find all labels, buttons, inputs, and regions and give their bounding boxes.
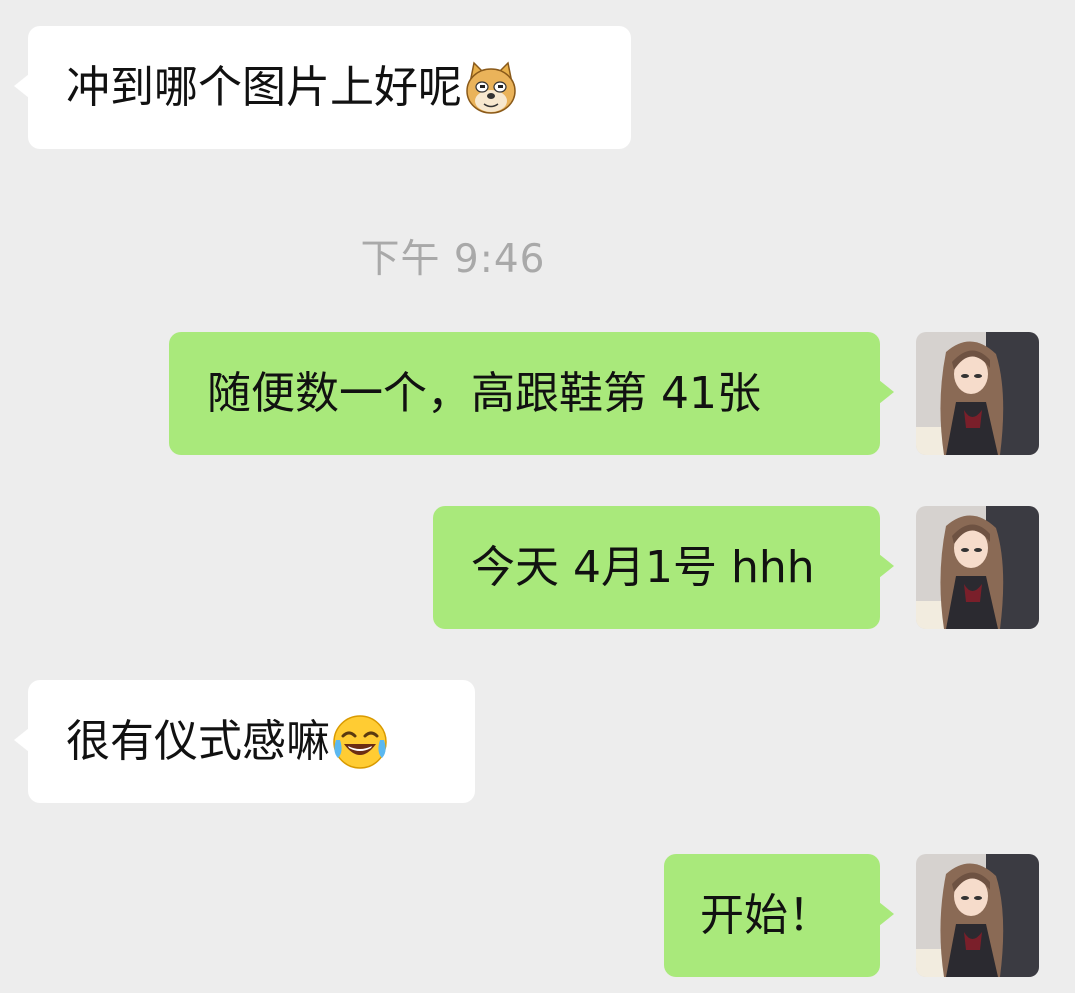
- message-text: 今天 4月1号 hhh: [471, 541, 815, 593]
- tears-of-joy-emoji-icon: [330, 712, 390, 772]
- bubble-tail: [879, 554, 894, 578]
- user-avatar[interactable]: [916, 854, 1039, 977]
- message-text: 随便数一个，高跟鞋第 41张: [207, 367, 761, 419]
- anime-girl-avatar-icon: [916, 332, 1039, 455]
- incoming-message-bubble[interactable]: 很有仪式感嘛: [14, 680, 475, 803]
- outgoing-message-bubble[interactable]: 开始！: [664, 854, 894, 977]
- outgoing-message-bubble[interactable]: 随便数一个，高跟鞋第 41张: [169, 332, 894, 455]
- bubble-tail: [879, 902, 894, 926]
- bubble-tail: [879, 380, 894, 404]
- user-avatar[interactable]: [916, 332, 1039, 455]
- anime-girl-avatar-icon: [916, 506, 1039, 629]
- message-text: 开始！: [700, 889, 832, 941]
- message-text: 冲到哪个图片上好呢: [66, 61, 462, 113]
- message-text: 很有仪式感嘛: [66, 715, 330, 767]
- incoming-message-bubble[interactable]: 冲到哪个图片上好呢: [14, 26, 631, 149]
- bubble-tail: [14, 74, 29, 98]
- anime-girl-avatar-icon: [916, 854, 1039, 977]
- doge-emoji-icon: [462, 59, 520, 117]
- outgoing-message-bubble[interactable]: 今天 4月1号 hhh: [433, 506, 894, 629]
- user-avatar[interactable]: [916, 506, 1039, 629]
- bubble-tail: [14, 728, 29, 752]
- message-timestamp: 下午 9:46: [360, 237, 546, 282]
